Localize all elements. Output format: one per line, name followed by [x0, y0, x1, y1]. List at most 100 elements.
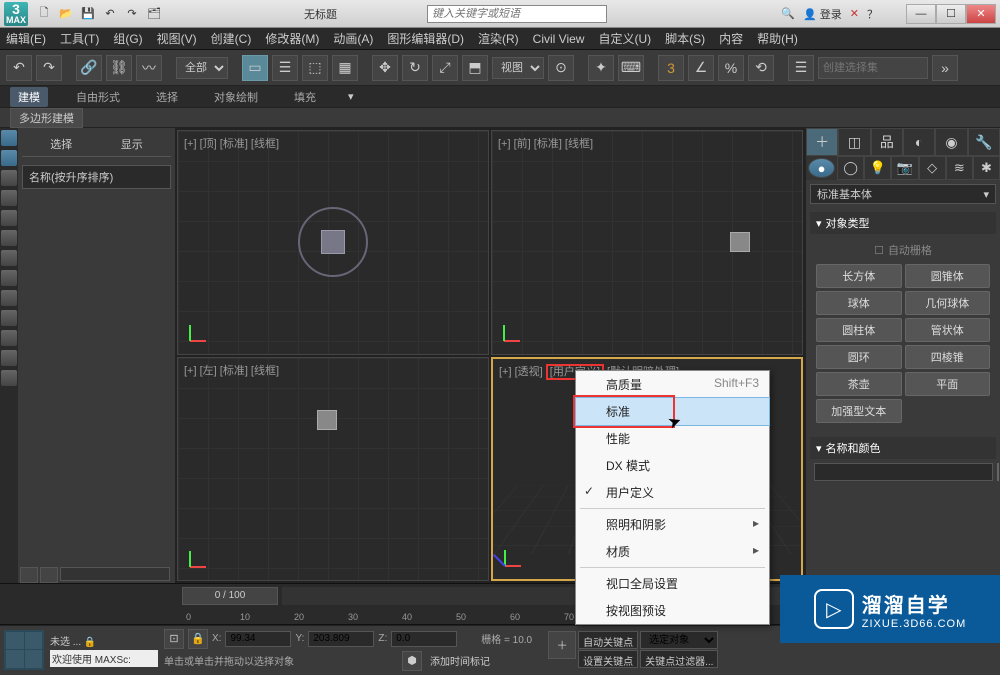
menu-animation[interactable]: 动画(A) [333, 30, 373, 47]
bind-button[interactable]: 〰 [136, 55, 162, 81]
objecttype-rollout-header[interactable]: ▾对象类型 [810, 212, 996, 234]
layer-tab[interactable] [1, 150, 17, 166]
light-tab-icon[interactable] [1, 210, 17, 226]
undo-tb-icon[interactable]: ↶ [100, 4, 120, 24]
helper-tab-icon[interactable] [1, 250, 17, 266]
ribbon-populate[interactable]: 填充 [286, 87, 324, 107]
menu-render[interactable]: 渲染(R) [478, 30, 519, 47]
save-icon[interactable]: 💾 [78, 4, 98, 24]
name-sort-header[interactable]: 名称(按升序排序) [22, 165, 171, 189]
maxscript-listener[interactable]: 欢迎使用 MAXSc: [50, 650, 158, 667]
menu-tools[interactable]: 工具(T) [60, 30, 99, 47]
box-button[interactable]: 长方体 [816, 264, 902, 288]
close-button[interactable]: ✕ [966, 4, 996, 24]
ribbon-modeling[interactable]: 建模 [10, 87, 48, 107]
x-coord-input[interactable] [225, 631, 291, 647]
menu-modifiers[interactable]: 修改器(M) [265, 30, 319, 47]
unlink-button[interactable]: ⛓ [106, 55, 132, 81]
login-button[interactable]: 👤 登录 [803, 6, 842, 22]
viewport-top-label[interactable]: [+] [顶] [标准] [线框] [184, 135, 279, 151]
scale-button[interactable]: ⤢ [432, 55, 458, 81]
bone-tab-icon[interactable] [1, 290, 17, 306]
lights-subtab[interactable]: 💡 [864, 156, 891, 180]
namecolor-rollout-header[interactable]: ▾名称和颜色 [810, 437, 996, 459]
lock-icon[interactable]: 🔒 [84, 637, 96, 648]
left-display-tab[interactable]: 显示 [121, 136, 143, 152]
redo-button[interactable]: ↷ [36, 55, 62, 81]
infocenter-icon[interactable]: 🔍 [781, 7, 795, 20]
autogrid-checkbox[interactable]: ☐自动栅格 [814, 238, 992, 262]
viewport-layout-icon[interactable] [4, 630, 44, 670]
redo-tb-icon[interactable]: ↷ [122, 4, 142, 24]
menu-script[interactable]: 脚本(S) [665, 30, 705, 47]
angle-snap-button[interactable]: ∠ [688, 55, 714, 81]
menu-viewportglobal[interactable]: 视口全局设置 [576, 570, 769, 597]
xref-tab-icon[interactable] [1, 330, 17, 346]
add-time-tag[interactable]: 添加时间标记 [430, 653, 490, 668]
viewport-left[interactable]: [+] [左] [标准] [线框] [177, 357, 489, 582]
menu-create[interactable]: 创建(C) [211, 30, 252, 47]
more-tools-button[interactable]: » [932, 55, 958, 81]
cone-button[interactable]: 圆锥体 [905, 264, 991, 288]
edit-named-button[interactable]: ☰ [788, 55, 814, 81]
display-tab[interactable] [1, 170, 17, 186]
modify-tab[interactable]: ◫ [838, 128, 870, 156]
spacewarps-tab-icon[interactable] [1, 270, 17, 286]
teapot-button[interactable]: 茶壶 [816, 372, 902, 396]
hierarchy-tab[interactable]: 品 [871, 128, 903, 156]
viewcube-icon[interactable] [317, 410, 337, 430]
polymodeling-button[interactable]: 多边形建模 [10, 108, 83, 128]
hidden-tab-icon[interactable] [1, 370, 17, 386]
frozen-tab-icon[interactable] [1, 350, 17, 366]
viewcube-icon[interactable] [730, 232, 750, 252]
rotate-button[interactable]: ↻ [402, 55, 428, 81]
select-region-button[interactable]: ⬚ [302, 55, 328, 81]
cylinder-button[interactable]: 圆柱体 [816, 318, 902, 342]
ribbon-expand-icon[interactable]: ▾ [348, 90, 354, 103]
group-tab-icon[interactable] [1, 310, 17, 326]
undo-button[interactable]: ↶ [6, 55, 32, 81]
shapes-subtab[interactable]: ◯ [837, 156, 864, 180]
menu-lighting[interactable]: 照明和阴影▸ [576, 511, 769, 538]
viewcube-gizmo[interactable] [298, 207, 368, 277]
percent-snap-button[interactable]: % [718, 55, 744, 81]
menu-civilview[interactable]: Civil View [533, 32, 585, 46]
geosphere-button[interactable]: 几何球体 [905, 291, 991, 315]
select-button[interactable]: ▭ [242, 55, 268, 81]
time-tag-icon[interactable]: ⬢ [402, 651, 422, 671]
spacewarps-subtab[interactable]: ≋ [946, 156, 973, 180]
snap-button[interactable]: 3 [658, 55, 684, 81]
pivot-button[interactable]: ⊙ [548, 55, 574, 81]
display-panel-tab[interactable]: ◉ [935, 128, 967, 156]
move-button[interactable]: ✥ [372, 55, 398, 81]
viewport-front[interactable]: [+] [前] [标准] [线框] [491, 130, 803, 355]
torus-button[interactable]: 圆环 [816, 345, 902, 369]
keymode-dropdown[interactable]: 选定对象 [640, 631, 718, 649]
ribbon-freeform[interactable]: 自由形式 [68, 87, 128, 107]
menu-view[interactable]: 视图(V) [157, 30, 197, 47]
bigkey-button[interactable]: ＋ [548, 631, 576, 659]
menu-customize[interactable]: 自定义(U) [598, 30, 651, 47]
menu-edit[interactable]: 编辑(E) [6, 30, 46, 47]
ribbon-selection[interactable]: 选择 [148, 87, 186, 107]
category-dropdown[interactable]: 标准基本体▾ [810, 184, 996, 204]
selection-filter[interactable]: 全部 [176, 57, 228, 79]
color-swatch[interactable] [997, 463, 999, 481]
time-slider[interactable]: 0 / 100 [182, 587, 278, 605]
new-icon[interactable]: 🗋 [34, 4, 54, 24]
maximize-button[interactable]: ☐ [936, 4, 966, 24]
camera-tab-icon[interactable] [1, 230, 17, 246]
search-input[interactable] [427, 5, 607, 23]
lock-selection-icon[interactable]: 🔒 [188, 629, 208, 649]
help-icon[interactable]: ？ [867, 6, 878, 22]
helpers-subtab[interactable]: ◇ [919, 156, 946, 180]
sphere-button[interactable]: 球体 [816, 291, 902, 315]
setkey-button[interactable]: 设置关键点 [578, 650, 638, 668]
isolate-icon[interactable]: ⊡ [164, 629, 184, 649]
keyfilters-button[interactable]: 关键点过滤器... [640, 650, 718, 668]
viewport-top[interactable]: [+] [顶] [标准] [线框] [177, 130, 489, 355]
ribbon-objectpaint[interactable]: 对象绘制 [206, 87, 266, 107]
left-footer-btn1[interactable] [20, 567, 38, 583]
utilities-tab[interactable]: 🔧 [968, 128, 1000, 156]
menu-dxmode[interactable]: DX 模式 [576, 452, 769, 479]
